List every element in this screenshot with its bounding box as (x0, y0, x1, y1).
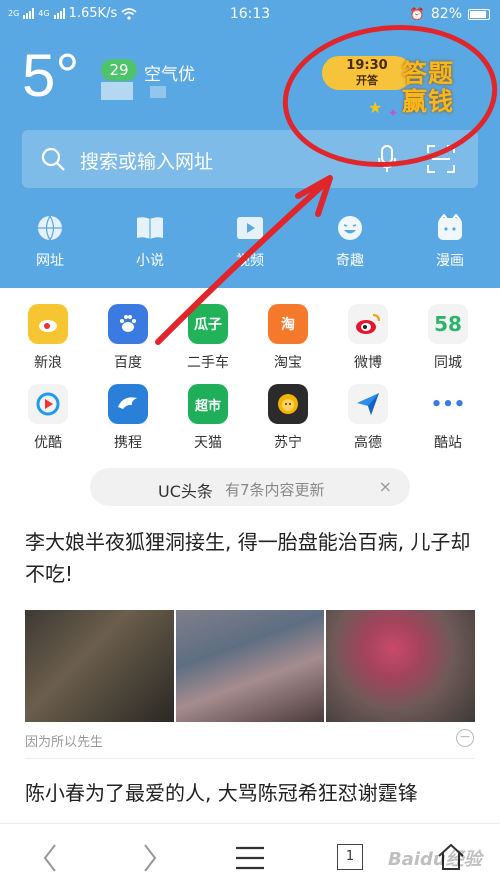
youku-icon (28, 384, 68, 424)
forward-icon[interactable] (140, 842, 160, 874)
app-amap[interactable]: 高德 (328, 380, 408, 460)
nav-label: 视频 (236, 253, 264, 269)
battery-percent: 82% (430, 6, 462, 22)
app-label: 百度 (114, 355, 142, 371)
article-title[interactable]: 陈小春为了最爱的人, 大骂陈冠希狂怼谢霆锋 (25, 777, 480, 809)
uc-news-title: UC头条 (158, 482, 213, 501)
microphone-icon[interactable] (376, 144, 398, 174)
app-58[interactable]: 58 同城 (408, 300, 488, 380)
suning-lion-icon (268, 384, 308, 424)
back-icon[interactable] (40, 842, 60, 874)
aqi-label[interactable]: 空气优 (144, 60, 195, 85)
close-icon[interactable]: × (379, 477, 392, 496)
article-source: 因为所以先生 (25, 735, 104, 750)
nav-label: 网址 (36, 253, 64, 269)
search-bar[interactable]: 搜索或输入网址 (22, 130, 478, 188)
scan-icon[interactable] (426, 144, 456, 174)
app-youku[interactable]: 优酷 (8, 380, 88, 460)
app-grid: 新浪 百度 瓜子 二手车 淘 淘宝 微博 58 同城 优酷 携程 超市 天猫 苏… (0, 300, 500, 460)
search-icon (41, 147, 65, 171)
globe-icon (38, 215, 62, 242)
article-photo (175, 610, 325, 722)
menu-icon[interactable] (234, 842, 266, 874)
nav-label: 漫画 (436, 253, 464, 269)
tmall-supermarket-icon: 超市 (188, 384, 228, 424)
58-icon: 58 (428, 304, 468, 344)
weather-icon (101, 82, 133, 100)
status-bar: 2G 4G 1.65K/s 16:13 ⏰ 82% (0, 0, 500, 28)
sina-icon (28, 304, 68, 344)
nav-item-websites[interactable]: 网址 (0, 214, 100, 278)
tabs-button[interactable]: 1 (337, 844, 363, 870)
article-title[interactable]: 李大娘半夜狐狸洞接生, 得一胎盘能治百病, 儿子却不吃! (25, 526, 480, 590)
app-baidu[interactable]: 百度 (88, 300, 168, 380)
app-label: 同城 (434, 355, 462, 371)
alarm-icon: ⏰ (409, 7, 425, 21)
play-icon (237, 217, 263, 239)
temperature[interactable]: 5° (22, 46, 79, 106)
promo-title: 答题 赢钱 (402, 60, 454, 116)
app-label: 新浪 (34, 355, 62, 371)
nav-item-novels[interactable]: 小说 (100, 214, 200, 278)
nav-item-comics[interactable]: 漫画 (400, 214, 500, 278)
app-label: 酷站 (434, 435, 462, 451)
aqi-badge[interactable]: 29 (101, 59, 137, 81)
article-photo (326, 610, 476, 722)
app-sina[interactable]: 新浪 (8, 300, 88, 380)
comic-icon (438, 214, 462, 240)
dislike-icon[interactable]: − (456, 729, 474, 747)
weather-sub-icon (150, 86, 166, 98)
uc-news-subtitle: 有7条内容更新 (225, 481, 325, 499)
divider (25, 758, 475, 759)
book-icon (137, 217, 163, 239)
category-nav: 网址 小说 视频 奇趣 漫画 (0, 214, 500, 278)
app-tmall[interactable]: 超市 天猫 (168, 380, 248, 460)
promo-time: 19:30 (346, 58, 388, 73)
nav-label: 奇趣 (336, 253, 364, 269)
quiz-promo-banner[interactable]: 19:30 开答 答题 赢钱 ★ ✦ (318, 50, 468, 128)
app-label: 天猫 (194, 435, 222, 451)
promo-title-line2: 赢钱 (402, 87, 455, 116)
baidu-paw-icon (108, 304, 148, 344)
app-more-sites[interactable]: ••• 酷站 (408, 380, 488, 460)
app-weibo[interactable]: 微博 (328, 300, 408, 380)
app-guazi[interactable]: 瓜子 二手车 (168, 300, 248, 380)
more-dots-icon: ••• (428, 384, 468, 424)
dolphin-icon (108, 384, 148, 424)
article-photo (25, 610, 174, 722)
nav-label: 小说 (136, 253, 164, 269)
watermark: Baidu经验 (388, 849, 482, 870)
search-input[interactable]: 搜索或输入网址 (80, 147, 213, 174)
app-taobao[interactable]: 淘 淘宝 (248, 300, 328, 380)
taobao-icon: 淘 (268, 304, 308, 344)
article-images[interactable] (25, 610, 476, 722)
app-label: 高德 (354, 435, 382, 451)
navigation-arrow-icon (348, 384, 388, 424)
app-suning[interactable]: 苏宁 (248, 380, 328, 460)
nav-item-video[interactable]: 视频 (200, 214, 300, 278)
app-label: 苏宁 (274, 435, 302, 451)
app-label: 淘宝 (274, 355, 302, 371)
smile-icon (338, 216, 362, 240)
app-label: 优酷 (34, 435, 62, 451)
promo-title-line1: 答题 (402, 59, 455, 88)
promo-status: 开答 (356, 74, 378, 87)
promo-time-badge: 19:30 开答 (322, 56, 412, 90)
battery-icon (468, 8, 490, 20)
app-ctrip[interactable]: 携程 (88, 380, 168, 460)
app-label: 微博 (354, 355, 382, 371)
sparkle-icon: ✦ (388, 106, 399, 120)
uc-news-update-pill[interactable]: UC头条 有7条内容更新 × (90, 468, 410, 506)
guazi-icon: 瓜子 (188, 304, 228, 344)
weibo-icon (348, 304, 388, 344)
app-label: 二手车 (187, 355, 229, 371)
app-label: 携程 (114, 435, 142, 451)
star-icon: ★ (368, 98, 383, 117)
nav-item-fun[interactable]: 奇趣 (300, 214, 400, 278)
